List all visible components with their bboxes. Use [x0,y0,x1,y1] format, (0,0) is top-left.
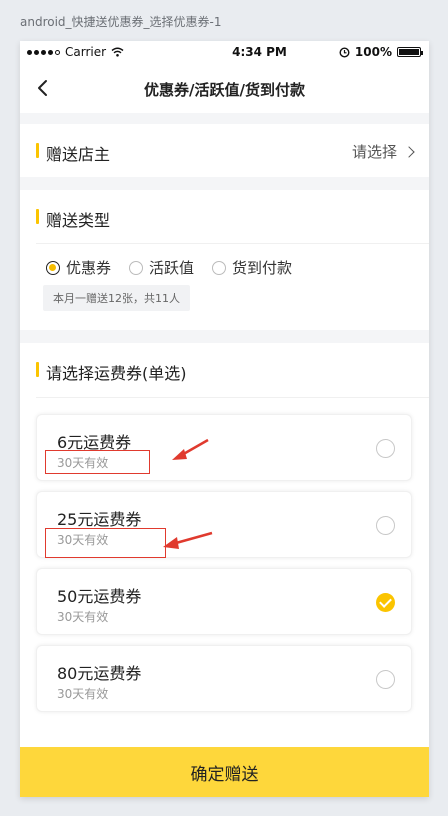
coupon-card-80[interactable]: 80元运费券 30天有效 [36,645,412,712]
select-owner-label: 请选择 [351,143,397,161]
section-accent-bar [36,209,39,224]
coupon-name: 25元运费券 [57,510,142,529]
annotation-arrow-icon [163,531,213,549]
coupon-card-50[interactable]: 50元运费券 30天有效 [36,568,412,635]
divider [36,397,429,398]
battery-percent: 100% [354,45,392,59]
section-accent-bar [36,362,39,377]
select-owner-link[interactable]: 请选择 [351,141,415,162]
owner-section-title: 赠送店主 [46,145,111,164]
radio-empty-icon [376,516,395,535]
phone-screen: Carrier 4:34 PM 100% 优惠券/活跃值/货到付款 赠送店主 请… [20,41,429,797]
status-bar: Carrier 4:34 PM 100% [20,41,429,63]
type-option-label: 货到付款 [232,259,293,277]
annotation-arrow-icon [172,438,209,460]
radio-empty-icon [129,260,144,275]
coupon-validity: 30天有效 [57,687,109,701]
radio-empty-icon [376,439,395,458]
type-option-activity[interactable]: 活跃值 [129,257,194,278]
artboard-label: android_快捷送优惠券_选择优惠券-1 [20,15,222,29]
checkmark-selected-icon [376,593,395,612]
annotation-highlight-box [45,528,166,558]
coupon-name: 50元运费券 [57,587,142,606]
alarm-icon [339,46,350,58]
type-option-coupon[interactable]: 优惠券 [46,257,111,278]
page-title: 优惠券/活跃值/货到付款 [144,81,305,99]
type-section-title: 赠送类型 [46,211,111,230]
radio-selected-icon [46,260,60,275]
radio-empty-icon [212,260,227,275]
annotation-highlight-box [45,450,150,474]
battery-icon [397,47,423,57]
coupon-section-title: 请选择运费券(单选) [46,364,187,383]
monthly-gift-note: 本月一赠送12张，共11人 [43,285,190,311]
type-option-label: 优惠券 [66,259,112,277]
type-radio-group: 优惠券 活跃值 货到付款 [46,257,310,278]
section-accent-bar [36,143,39,158]
owner-section[interactable]: 赠送店主 请选择 [20,124,429,177]
radio-empty-icon [376,670,395,689]
nav-bar: 优惠券/活跃值/货到付款 [20,63,429,113]
type-option-cod[interactable]: 货到付款 [212,257,292,278]
chevron-right-icon [403,145,415,158]
confirm-gift-button[interactable]: 确定赠送 [20,747,429,797]
coupon-name: 80元运费券 [57,664,142,683]
type-section: 赠送类型 优惠券 活跃值 货到付款 本月一赠送12张，共11人 [20,190,429,330]
type-option-label: 活跃值 [149,259,195,277]
coupon-validity: 30天有效 [57,610,109,624]
divider [36,243,429,244]
